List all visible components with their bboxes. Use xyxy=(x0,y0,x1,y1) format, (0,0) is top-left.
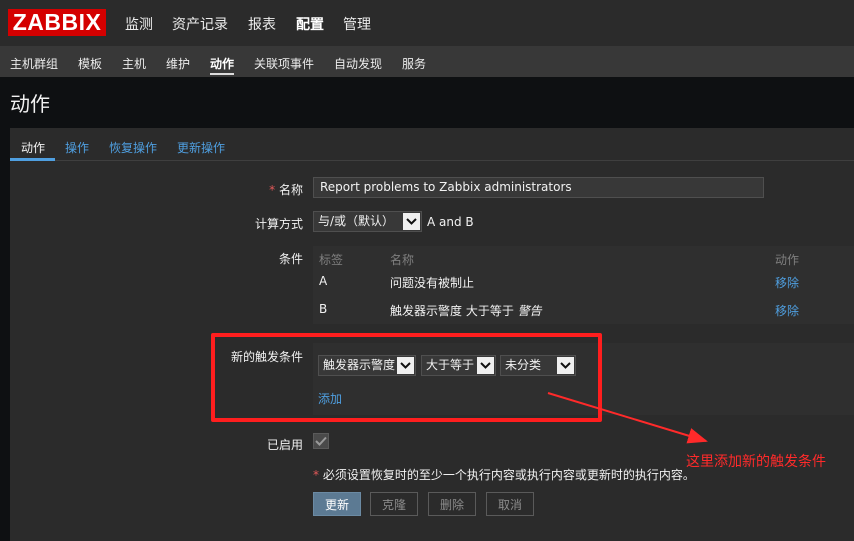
annotation-text: 这里添加新的触发条件 xyxy=(686,454,826,470)
